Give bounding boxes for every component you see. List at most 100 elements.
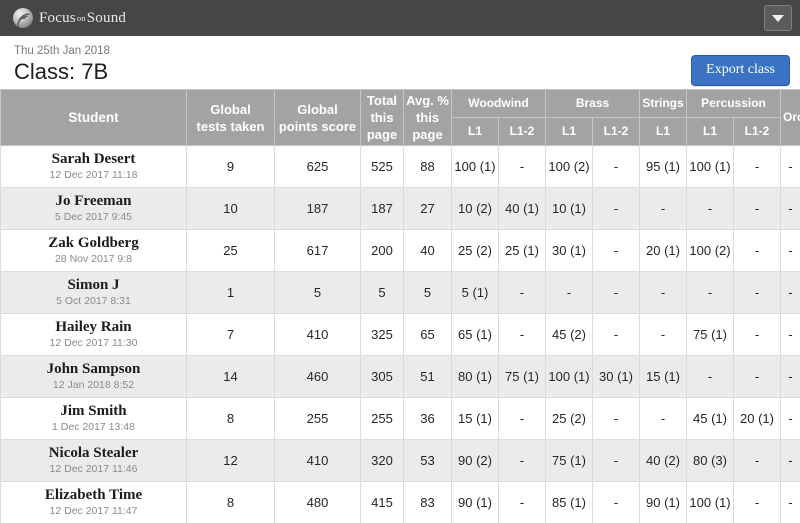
cell-global-points-score: 625 [274,145,361,188]
cell-global-points-score: 460 [274,355,361,398]
column-header-global-tests-taken[interactable]: Global tests taken [186,89,275,146]
class-results-table: Student Global tests taken Global points… [0,89,800,523]
table-row[interactable]: Simon J5 Oct 2017 8:31 1 5 5 5 5 (1) - - - - - - - [0,271,800,314]
column-header-total-this-page[interactable]: Total this page [360,89,404,146]
cell-woodwind-l1: 25 (2) [451,229,499,272]
avg-this-page-line1: Avg. % [406,93,449,108]
cell-brass-l1: 25 (2) [545,397,593,440]
cell-brass-l1-2: 30 (1) [591,355,641,398]
cell-woodwind-l1-2: 75 (1) [498,355,546,398]
global-points-score-line2: points score [278,118,357,134]
total-this-page-line1: Total [366,93,398,108]
brand-logo[interactable]: Focus on Sound [12,7,126,29]
cell-percussion-l1-2: - [733,439,782,482]
cell-brass-l1-2: - [591,397,641,440]
student-last-test-date: 12 Dec 2017 11:18 [49,169,138,181]
cell-student[interactable]: Jo Freeman 5 Dec 2017 9:45 [0,187,187,230]
cell-global-tests-taken: 12 [186,439,275,482]
level-header-percussion-l1-2[interactable]: L1-2 [733,117,782,146]
column-header-orchestra[interactable]: Orch. [780,89,800,146]
results-table-container: Student Global tests taken Global points… [0,89,800,523]
cell-woodwind-l1: 65 (1) [451,313,499,356]
cell-orchestra: - [780,481,800,523]
table-row[interactable]: Elizabeth Time 12 Dec 2017 11:47 8 480 415 83… [0,481,800,523]
student-last-test-date: 12 Dec 2017 11:47 [49,505,138,517]
cell-orchestra: - [780,439,800,482]
level-header-percussion-l1[interactable]: L1 [686,117,735,146]
student-name: Hailey Rain [55,319,132,335]
brand-word-focus: Focus [39,9,76,26]
cell-global-tests-taken: 25 [186,229,275,272]
student-last-test-date: 5 Dec 2017 9:45 [54,211,133,223]
avg-this-page-line2: this [415,110,440,125]
cell-total-this-page: 325 [360,313,404,356]
cell-woodwind-l1-2: - [498,313,546,356]
cell-global-tests-taken: 8 [186,397,275,440]
cell-global-tests-taken: 14 [186,355,275,398]
table-row[interactable]: John Sampson 12 Jan 2018 8:52 14 460 305 51 80… [0,355,800,398]
cell-woodwind-l1: 15 (1) [451,397,499,440]
cell-percussion-l1: - [686,271,735,314]
cell-strings-l1: - [639,271,688,314]
table-row[interactable]: Sarah Desert 12 Dec 2017 11:18 9 625 525 88 10… [0,145,800,188]
cell-student[interactable]: Simon J 5 Oct 2017 8:31 [0,271,187,314]
cell-strings-l1: - [639,313,688,356]
cell-student[interactable]: John Sampson 12 Jan 2018 8:52 [0,355,187,398]
cell-total-this-page: 200 [360,229,404,272]
group-header-percussion: Percussion [686,89,782,118]
cell-woodwind-l1-2: - [498,145,546,188]
cell-woodwind-l1-2: - [498,439,546,482]
cell-percussion-l1: 100 (1) [686,145,735,188]
level-header-brass-l1-2[interactable]: L1-2 [591,117,641,146]
level-header-woodwind-l1[interactable]: L1 [451,117,499,146]
cell-global-points-score: 5 [274,271,361,314]
table-row[interactable]: Zak Goldberg 28 Nov 2017 9:8 25 617 200 40 25 … [0,229,800,272]
student-name: Zak Goldberg [48,235,139,251]
global-points-score-line1: Global [297,101,338,117]
level-header-woodwind-l1-2[interactable]: L1-2 [498,117,546,146]
cell-student[interactable]: Sarah Desert 12 Dec 2017 11:18 [0,145,187,188]
student-name: Elizabeth Time [44,487,143,503]
cell-woodwind-l1-2: 25 (1) [498,229,546,272]
cell-student[interactable]: Zak Goldberg 28 Nov 2017 9:8 [0,229,187,272]
column-header-student[interactable]: Student [0,89,187,146]
menu-dropdown-button[interactable] [764,5,792,31]
student-name: John Sampson [46,361,141,377]
cell-percussion-l1: 100 (1) [686,481,735,523]
cell-woodwind-l1-2: 40 (1) [498,187,546,230]
cell-student[interactable]: Hailey Rain 12 Dec 2017 11:30 [0,313,187,356]
cell-percussion-l1-2: - [733,355,782,398]
column-header-global-points-score[interactable]: Global points score [274,89,361,146]
cell-avg-this-page: 65 [403,313,452,356]
cell-percussion-l1: - [686,187,735,230]
student-name: Jim Smith [60,403,127,419]
cell-percussion-l1-2: - [733,145,782,188]
export-class-button[interactable]: Export class [691,55,790,86]
cell-woodwind-l1: 10 (2) [451,187,499,230]
cell-global-points-score: 410 [274,439,361,482]
column-header-avg-this-page[interactable]: Avg. % this page [403,89,452,146]
cell-global-tests-taken: 8 [186,481,275,523]
student-last-test-date: 28 Nov 2017 9:8 [54,253,133,265]
table-row[interactable]: Jo Freeman 5 Dec 2017 9:45 10 187 187 27 10 (2… [0,187,800,230]
cell-brass-l1: 75 (1) [545,439,593,482]
cell-brass-l1-2: - [591,271,641,314]
cell-avg-this-page: 51 [403,355,452,398]
level-header-brass-l1[interactable]: L1 [545,117,593,146]
cell-strings-l1: 15 (1) [639,355,688,398]
cell-orchestra: - [780,313,800,356]
table-row[interactable]: Hailey Rain 12 Dec 2017 11:30 7 410 325 65 65 … [0,313,800,356]
cell-student[interactable]: Elizabeth Time 12 Dec 2017 11:47 [0,481,187,523]
cell-percussion-l1-2: - [733,271,782,314]
table-row[interactable]: Nicola Stealer 12 Dec 2017 11:46 12 410 320 5… [0,439,800,482]
cell-global-points-score: 480 [274,481,361,523]
level-header-strings-l1[interactable]: L1 [639,117,688,146]
cell-brass-l1: - [545,271,593,314]
cell-strings-l1: - [639,397,688,440]
cell-orchestra: - [780,355,800,398]
cell-brass-l1-2: - [591,145,641,188]
cell-student[interactable]: Jim Smith 1 Dec 2017 13:48 [0,397,187,440]
table-row[interactable]: Jim Smith 1 Dec 2017 13:48 8 255 255 36 15 (1)… [0,397,800,440]
cell-student[interactable]: Nicola Stealer 12 Dec 2017 11:46 [0,439,187,482]
cell-global-points-score: 410 [274,313,361,356]
